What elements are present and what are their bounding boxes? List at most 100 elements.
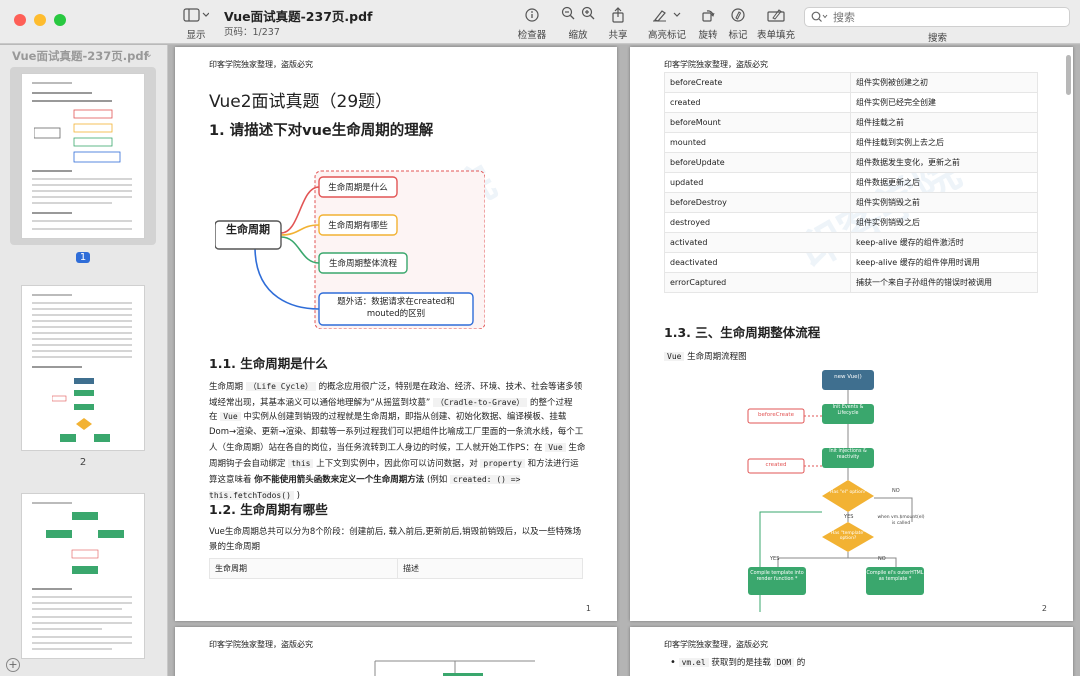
question-heading: 1. 请描述下对vue生命周期的理解 xyxy=(209,123,434,139)
table-cell: 组件数据发生变化，更新之前 xyxy=(850,152,1038,173)
table-cell: beforeUpdate xyxy=(664,152,851,173)
chevron-down-icon[interactable]: ⌄ xyxy=(145,49,153,60)
text: 上下文到实例中，因此你可以访问数据，对 xyxy=(316,459,478,469)
table-cell: beforeCreate xyxy=(664,72,851,93)
thumbnail-page-1[interactable]: 1 xyxy=(10,67,156,264)
table-header-cell: 描述 xyxy=(397,558,583,579)
text: 的 xyxy=(796,658,806,668)
text: 生命周期流程图 xyxy=(687,352,747,362)
inline-code: property xyxy=(480,459,525,468)
pdf-page-4: 印客学院独家整理，盗版必究 • vm.el 获取到的是挂载 DOM 的 xyxy=(630,627,1073,676)
mindmap-center: 生命周期 xyxy=(226,223,270,236)
table-row: destroyed 组件实例销毁之后 xyxy=(664,212,1038,233)
thumbnail-image xyxy=(21,285,145,451)
page-header: 印客学院独家整理，盗版必究 xyxy=(664,60,768,69)
table-cell: mounted xyxy=(664,132,851,153)
table-cell: deactivated xyxy=(664,252,851,273)
search-field[interactable] xyxy=(804,7,1070,27)
flow-decision-el: Has "el" option? xyxy=(829,490,867,495)
minimize-window-button[interactable] xyxy=(34,14,46,26)
inline-code: DOM xyxy=(773,658,795,667)
close-window-button[interactable] xyxy=(14,14,26,26)
search-icon xyxy=(811,8,829,27)
pdf-page-1: 印客学院 印客学院独家整理，盗版必究 Vue2面试真题（29题） 1. 请描述下… xyxy=(175,47,617,621)
thumbnail-page-3[interactable] xyxy=(10,493,156,659)
inline-code: Vue xyxy=(545,443,566,452)
lifecycle-table: beforeCreate 组件实例被创建之初 created 组件实例已经完全创建 … xyxy=(664,72,1038,293)
share-button[interactable]: 共享 xyxy=(596,6,640,41)
zoom-window-button[interactable] xyxy=(54,14,66,26)
table-cell: 组件实例销毁之前 xyxy=(850,192,1038,213)
text: 获取到的是挂载 xyxy=(711,658,771,668)
add-page-button[interactable]: + xyxy=(6,658,20,672)
section-heading: 1.2. 生命周期有哪些 xyxy=(209,502,328,517)
search-input[interactable] xyxy=(833,10,1033,24)
document-view[interactable]: 印客学院 印客学院独家整理，盗版必究 Vue2面试真题（29题） 1. 请描述下… xyxy=(168,45,1080,676)
section-heading: 1.3. 三、生命周期整体流程 xyxy=(664,325,821,340)
text: 在 xyxy=(209,412,218,422)
table-row: errorCaptured 捕获一个来自子孙组件的错误时被调用 xyxy=(664,272,1038,293)
table-cell: keep-alive 缓存的组件激活时 xyxy=(850,232,1038,253)
scrollbar-thumb[interactable] xyxy=(1066,55,1071,95)
bullet-item: • vm.el 获取到的是挂载 DOM 的 xyxy=(670,655,1048,671)
thumbnail-page-number: 2 xyxy=(79,457,87,468)
thumbnail-page-2[interactable]: 2 xyxy=(10,285,156,468)
zoom-label: 缩放 xyxy=(568,30,588,41)
display-button[interactable]: 显示 xyxy=(174,6,218,41)
flowchart-fragment xyxy=(374,660,535,676)
flow-node-before-create: beforeCreate xyxy=(758,412,794,418)
mindmap-node-line: 题外话：数据请求在created和 xyxy=(337,297,455,307)
text: 中实例从创建到销毁的过程就是生命周期，即指从创建、初始化数据、编译模板、挂载Do… xyxy=(209,412,584,453)
thumbnail-page-number: 1 xyxy=(75,252,91,263)
table-row: beforeMount 组件挂载之前 xyxy=(664,112,1038,133)
paragraph: 在 Vue 中实例从创建到销毁的过程就是生命周期，即指从创建、初始化数据、编译模… xyxy=(209,409,587,504)
table-cell: keep-alive 缓存的组件停用时调用 xyxy=(850,252,1038,273)
page-number: 2 xyxy=(1041,604,1047,613)
flow-node-init-injections: Init injections & reactivity xyxy=(829,449,867,460)
lifecycle-table-header: 生命周期 描述 xyxy=(209,558,583,579)
bullet-dot: • xyxy=(670,657,676,668)
flow-label-yes: YES xyxy=(770,556,780,562)
rotate-icon xyxy=(701,6,715,24)
text: (例如 xyxy=(426,475,448,485)
pdf-page-3: 印客学院独家整理，盗版必究 xyxy=(175,627,617,676)
zoom-in-icon[interactable] xyxy=(581,6,595,24)
paragraph: 生命周期 （Life Cycle） 的概念应用很广泛，特别是在政治、经济、环境、… xyxy=(209,379,587,411)
inspector-label: 检查器 xyxy=(517,30,547,41)
flow-node-compile-el: Compile el's outerHTML as template * xyxy=(866,571,924,582)
pdf-page-2: 印客学院 印客学院独家整理，盗版必究 beforeCreate 组件实例被创建之初… xyxy=(630,47,1073,621)
zoom-out-icon[interactable] xyxy=(561,6,575,24)
table-cell: beforeDestroy xyxy=(664,192,851,213)
table-cell: errorCaptured xyxy=(664,272,851,293)
table-cell: 捕获一个来自子孙组件的错误时被调用 xyxy=(850,272,1038,293)
page-header: 印客学院独家整理，盗版必究 xyxy=(664,640,768,649)
table-cell: updated xyxy=(664,172,851,193)
table-cell: 组件实例已经完全创建 xyxy=(850,92,1038,113)
flow-label-yes: YES xyxy=(844,514,854,520)
highlight-button[interactable]: 高亮标记 xyxy=(644,6,690,41)
markup-pen-icon xyxy=(731,6,745,24)
share-label: 共享 xyxy=(608,30,628,41)
form-fill-button[interactable]: 表单填充 xyxy=(752,6,800,41)
inspector-button[interactable]: 检查器 xyxy=(510,6,554,41)
form-fill-label: 表单填充 xyxy=(756,30,795,41)
highlight-icon xyxy=(652,6,682,24)
table-cell: 组件实例被创建之初 xyxy=(850,72,1038,93)
inline-code: （Life Cycle） xyxy=(245,382,316,391)
zoom-icons xyxy=(561,6,595,24)
page-number: 1 xyxy=(585,604,591,613)
flow-label-no: NO xyxy=(892,488,900,494)
form-fill-icon xyxy=(767,6,785,24)
page-indicator: 页码：1/237 xyxy=(224,27,280,38)
mindmap-node: 生命周期整体流程 xyxy=(328,259,397,269)
table-cell: beforeMount xyxy=(664,112,851,133)
thumbnail-sidebar: Vue面试真题-237页.pdf ⌄ 1 2 + xyxy=(0,45,168,676)
table-row: beforeCreate 组件实例被创建之初 xyxy=(664,72,1038,93)
mindmap-node: 生命周期有哪些 xyxy=(328,221,388,231)
table-header-cell: 生命周期 xyxy=(209,558,398,579)
table-cell: 组件挂载到实例上去之后 xyxy=(850,132,1038,153)
flow-node-new-vue: new Vue() xyxy=(834,374,862,380)
sidebar-doc-title: Vue面试真题-237页.pdf xyxy=(12,49,149,63)
mindmap-node: 题外话：数据请求在created和 mouted的区别 xyxy=(319,296,473,320)
inline-code: （Cradle-to-Grave） xyxy=(433,398,528,407)
